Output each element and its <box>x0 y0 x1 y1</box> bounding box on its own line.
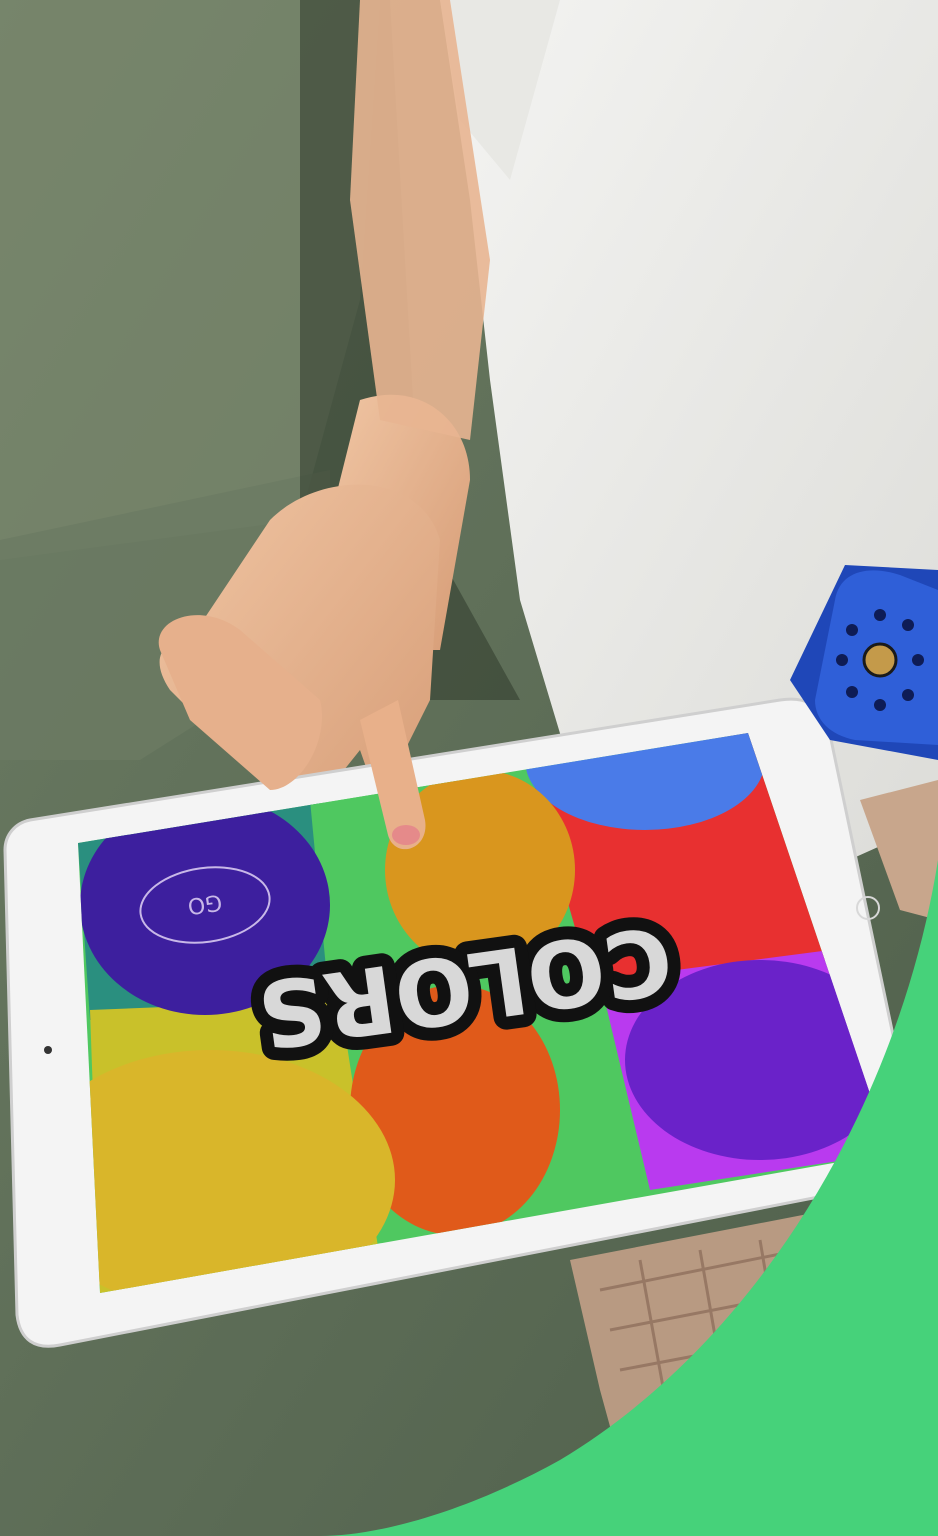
photo-scene: GO COLORS COLORS <box>0 0 938 1536</box>
cube-dial <box>862 642 898 678</box>
fingernail <box>392 825 420 845</box>
go-button-label: GO <box>186 889 224 919</box>
tablet-camera <box>44 1046 52 1054</box>
